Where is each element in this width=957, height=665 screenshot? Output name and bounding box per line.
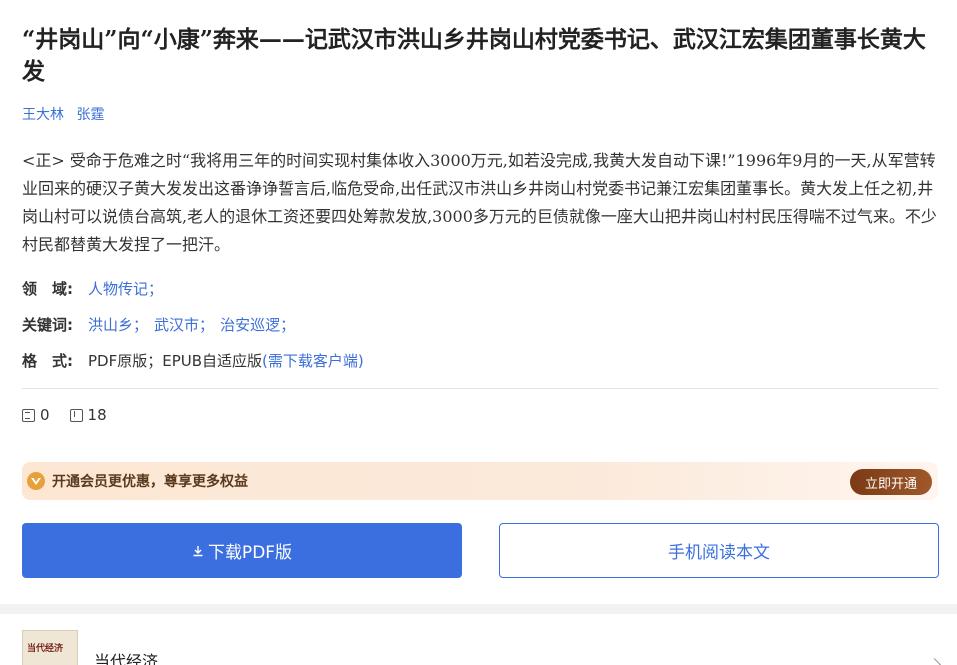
vip-promo-text: 开通会员更优惠，尊享更多权益 — [52, 474, 248, 490]
client-download-link[interactable]: (需下载客户端) — [262, 350, 364, 371]
article-abstract: <正> 受命于危难之时“我将用三年的时间实现村集体收入3000万元,如若没完成,… — [22, 151, 937, 254]
download-pdf-button[interactable]: 下载PDF版 — [22, 523, 462, 578]
view-count: 0 — [22, 406, 50, 424]
journal-name[interactable]: 当代经济 — [94, 648, 158, 665]
vip-promo-bar: 开通会员更优惠，尊享更多权益 立即开通 — [22, 462, 938, 500]
stats-bar: 0 18 — [22, 406, 127, 424]
download-icon — [193, 545, 203, 556]
download-count-value: 18 — [87, 406, 107, 424]
vip-crown-icon — [27, 472, 45, 490]
separator: ； — [199, 316, 215, 334]
vip-open-button[interactable]: 立即开通 — [850, 469, 932, 495]
mobile-read-button[interactable]: 手机阅读本文 — [499, 523, 939, 578]
field-label: 领 域: — [22, 280, 73, 298]
mobile-read-label: 手机阅读本文 — [668, 543, 770, 563]
section-divider — [0, 604, 957, 614]
download-count: 18 — [69, 406, 107, 424]
keyword-link[interactable]: 洪山乡 — [88, 314, 133, 335]
keyword-link[interactable]: 治安巡逻 — [220, 314, 280, 335]
meta-field-row: 领 域: 人物传记 ； — [22, 278, 169, 299]
download-icon — [69, 408, 83, 422]
separator: ； — [280, 316, 296, 334]
author-list: 王大林 张霆 — [22, 104, 112, 124]
format-value: PDF原版；EPUB自适应版 — [88, 352, 263, 370]
field-link[interactable]: 人物传记 — [88, 278, 148, 299]
journal-cover[interactable]: 当代经济 — [22, 630, 78, 665]
chevron-right-icon[interactable] — [928, 658, 941, 665]
separator: ； — [133, 316, 149, 334]
meta-keywords-row: 关键词: 洪山乡 ； 武汉市 ； 治安巡逻 ； — [22, 314, 301, 335]
meta-format-row: 格 式: PDF原版；EPUB自适应版 (需下载客户端) — [22, 350, 364, 371]
author-link[interactable]: 王大林 — [22, 107, 64, 123]
format-label: 格 式: — [22, 352, 73, 370]
separator: ； — [148, 280, 164, 298]
download-pdf-label: 下载PDF版 — [207, 543, 293, 563]
journal-cover-text: 当代经济 — [27, 644, 64, 654]
author-link[interactable]: 张霆 — [76, 107, 104, 123]
keyword-link[interactable]: 武汉市 — [154, 314, 199, 335]
view-count-value: 0 — [40, 406, 50, 424]
article-title: “井岗山”向“小康”奔来——记武汉市洪山乡井岗山村党委书记、武汉江宏集团董事长黄… — [22, 26, 926, 85]
divider — [22, 388, 938, 389]
document-icon — [22, 408, 35, 422]
keywords-label: 关键词: — [22, 316, 73, 334]
